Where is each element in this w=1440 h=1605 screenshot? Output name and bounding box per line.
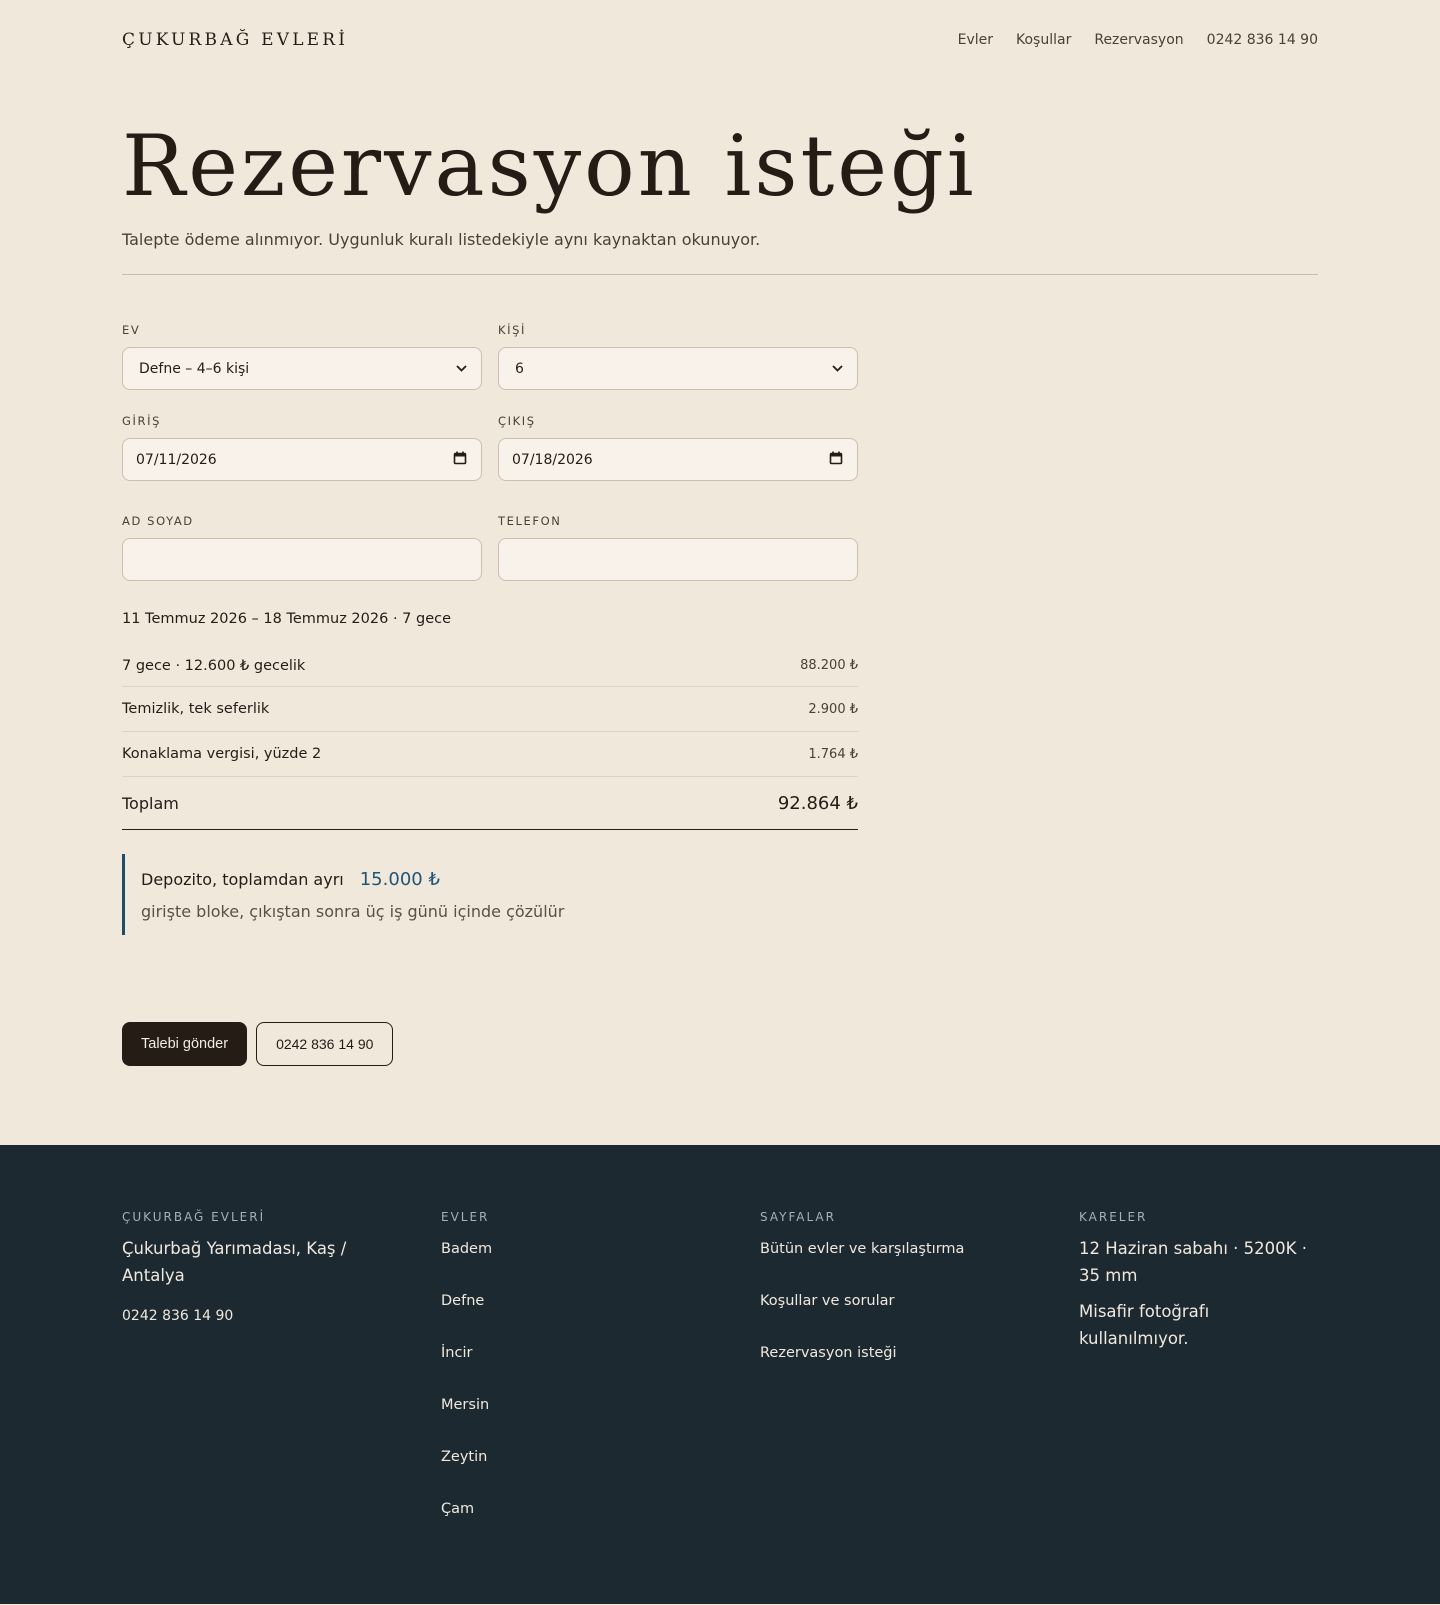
- footer-address: Çukurbağ Yarımadası, Kaş / Antalya: [122, 1239, 347, 1285]
- price-row-label: Konaklama vergisi, yüzde 2: [122, 746, 322, 762]
- checkout-date-input[interactable]: 07/18/2026: [498, 438, 858, 481]
- house-select-value: Defne – 4–6 kişi: [139, 360, 250, 377]
- footer-col-houses: EVLER Badem Defne İncir Mersin Zeytin Ça…: [441, 1210, 760, 1551]
- price-row-label: 7 gece · 12.600 ₺ gecelik: [122, 657, 306, 674]
- footer-link-mersin[interactable]: Mersin: [441, 1395, 760, 1447]
- checkin-label: GİRİŞ: [122, 414, 161, 428]
- price-row-nights: 7 gece · 12.600 ₺ gecelik 88.200 ₺: [122, 645, 858, 687]
- site-footer: ÇUKURBAĞ EVLERİ Çukurbağ Yarımadası, Kaş…: [0, 1145, 1440, 1604]
- guests-label: KİŞİ: [498, 323, 527, 337]
- calendar-icon[interactable]: [829, 451, 843, 469]
- deposit-amount: 15.000 ₺: [359, 869, 440, 890]
- footer-link-incir[interactable]: İncir: [441, 1343, 760, 1395]
- checkout-label: ÇIKIŞ: [498, 414, 536, 428]
- footer-photo-info: 12 Haziran sabahı · 5200K · 35 mm: [1079, 1239, 1307, 1285]
- main-nav: Evler Koşullar Rezervasyon 0242 836 14 9…: [958, 32, 1318, 48]
- footer-photo-policy: Misafir fotoğrafı kullanılmıyor.: [1079, 1302, 1210, 1348]
- name-input[interactable]: [122, 538, 482, 581]
- price-row-label: Temizlik, tek seferlik: [122, 701, 270, 717]
- footer-link-conditions[interactable]: Koşullar ve sorular: [760, 1291, 1079, 1343]
- name-label: AD SOYAD: [122, 514, 194, 528]
- house-label: EV: [122, 323, 141, 337]
- price-row-amount: 88.200 ₺: [800, 658, 858, 673]
- total-amount: 92.864 ₺: [777, 792, 858, 814]
- price-breakdown: 7 gece · 12.600 ₺ gecelik 88.200 ₺ Temiz…: [122, 645, 858, 830]
- footer-link-zeytin[interactable]: Zeytin: [441, 1447, 760, 1499]
- guests-select[interactable]: 6: [498, 347, 858, 390]
- footer-link-all-houses[interactable]: Bütün evler ve karşılaştırma: [760, 1239, 1079, 1291]
- divider: [122, 274, 1318, 275]
- footer-link-defne[interactable]: Defne: [441, 1291, 760, 1343]
- form-actions: Talebi gönder 0242 836 14 90: [122, 1022, 858, 1066]
- calendar-icon[interactable]: [453, 451, 467, 469]
- chevron-down-icon: [832, 362, 843, 375]
- footer-brand-heading: ÇUKURBAĞ EVLERİ: [122, 1210, 266, 1224]
- submit-request-button[interactable]: Talebi gönder: [122, 1022, 248, 1066]
- phone-input[interactable]: [498, 538, 858, 581]
- footer-col-pages: SAYFALAR Bütün evler ve karşılaştırma Ko…: [760, 1210, 1079, 1551]
- deposit-description: girişte bloke, çıkıştan sonra üç iş günü…: [141, 902, 565, 921]
- brand-logo[interactable]: ÇUKURBAĞ EVLERİ: [122, 30, 348, 50]
- house-select[interactable]: Defne – 4–6 kişi: [122, 347, 482, 390]
- guests-select-value: 6: [515, 360, 524, 377]
- price-row-cleaning: Temizlik, tek seferlik 2.900 ₺: [122, 687, 858, 732]
- price-row-amount: 1.764 ₺: [808, 746, 858, 762]
- footer-link-badem[interactable]: Badem: [441, 1239, 760, 1291]
- checkin-date-value: 07/11/2026: [136, 451, 217, 468]
- checkout-date-value: 07/18/2026: [512, 451, 593, 468]
- reservation-form: EV Defne – 4–6 kişi KİŞİ 6 GİRİŞ 07/11/2…: [122, 323, 858, 1066]
- page-title: Rezervasyon isteği: [122, 117, 977, 215]
- nav-link-phone[interactable]: 0242 836 14 90: [1207, 32, 1318, 48]
- footer-houses-heading: EVLER: [441, 1210, 490, 1224]
- phone-label: TELEFON: [498, 514, 562, 528]
- total-label: Toplam: [122, 793, 179, 813]
- deposit-label: Depozito, toplamdan ayrı: [141, 870, 344, 889]
- footer-link-reservation[interactable]: Rezervasyon isteği: [760, 1343, 1079, 1395]
- footer-phone[interactable]: 0242 836 14 90: [122, 1308, 441, 1324]
- footer-link-cam[interactable]: Çam: [441, 1499, 760, 1551]
- site-header: ÇUKURBAĞ EVLERİ Evler Koşullar Rezervasy…: [122, 0, 1318, 80]
- deposit-note-block: Depozito, toplamdan ayrı 15.000 ₺ girişt…: [122, 854, 858, 935]
- chevron-down-icon: [456, 362, 467, 375]
- nav-link-evler[interactable]: Evler: [958, 32, 993, 48]
- footer-pages-heading: SAYFALAR: [760, 1210, 836, 1224]
- price-row-amount: 2.900 ₺: [808, 701, 858, 717]
- footer-col-brand: ÇUKURBAĞ EVLERİ Çukurbağ Yarımadası, Kaş…: [122, 1210, 441, 1551]
- page-lede: Talepte ödeme alınmıyor. Uygunluk kuralı…: [122, 230, 761, 249]
- checkin-date-input[interactable]: 07/11/2026: [122, 438, 482, 481]
- nav-link-rezervasyon[interactable]: Rezervasyon: [1094, 32, 1183, 48]
- footer-photos-heading: KARELER: [1079, 1210, 1148, 1224]
- call-phone-button[interactable]: 0242 836 14 90: [256, 1022, 394, 1066]
- date-range-summary: 11 Temmuz 2026 – 18 Temmuz 2026 · 7 gece: [122, 611, 452, 627]
- price-row-tax: Konaklama vergisi, yüzde 2 1.764 ₺: [122, 732, 858, 777]
- nav-link-kosullar[interactable]: Koşullar: [1016, 32, 1071, 48]
- footer-col-photos: KARELER 12 Haziran sabahı · 5200K · 35 m…: [1079, 1210, 1318, 1551]
- total-row: Toplam 92.864 ₺: [122, 777, 858, 830]
